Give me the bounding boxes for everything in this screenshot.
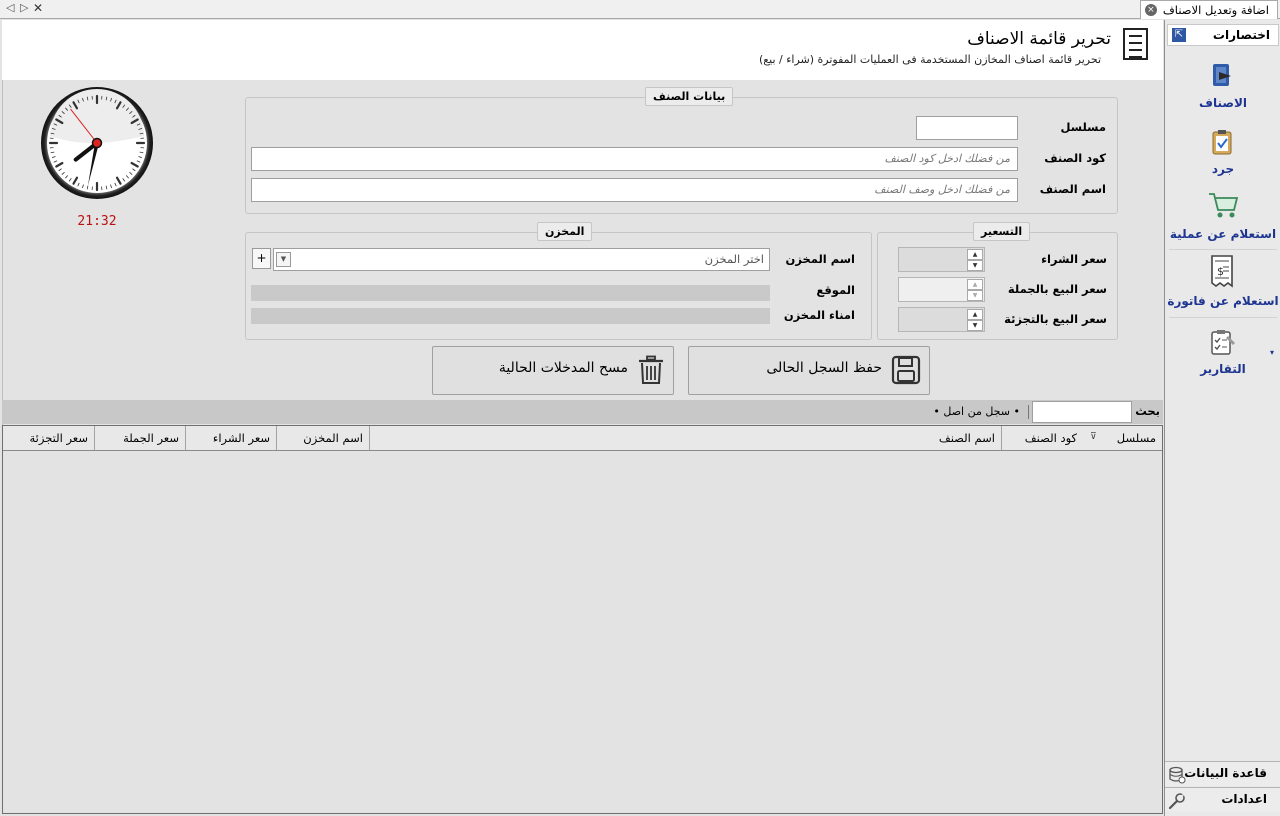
search-input[interactable] [1032, 401, 1132, 423]
sidebar-divider [1169, 249, 1277, 250]
search-label: بحث [1135, 404, 1160, 418]
sidebar-item-operation-inquiry[interactable]: استعلام عن عملية [1165, 188, 1280, 248]
document-tab-strip: ◁ ▷ ✕ × اضافة وتعديل الاصناف [0, 0, 1280, 19]
spin-down-icon[interactable]: ▼ [967, 320, 983, 331]
sidebar-item-inventory-count[interactable]: جرد [1165, 124, 1280, 182]
sidebar-item-label: التقارير [1200, 362, 1246, 376]
database-label: قاعدة البيانات [1184, 766, 1267, 780]
sidebar-footer-settings[interactable]: اعدادات [1165, 787, 1280, 812]
location-label: الموقع [816, 283, 855, 297]
clock-face-icon [41, 87, 153, 199]
store-select-value: اختر المخزن [704, 252, 764, 266]
store-legend: المخزن [537, 222, 593, 241]
app-window: ◁ ▷ ✕ × اضافة وتعديل الاصناف تحرير قائمة… [0, 0, 1280, 816]
wholesale-price-label: سعر البيع بالجملة [1007, 282, 1107, 296]
sidebar-item-items[interactable]: الاصناف [1165, 58, 1280, 118]
chevron-down-icon[interactable]: ▾ [1270, 348, 1274, 357]
page-subtitle: تحرير قائمة اصناف المخازن المستخدمة فى ا… [758, 53, 1101, 66]
svg-text:$: $ [1217, 265, 1224, 278]
clear-inputs-button[interactable]: مسح المدخلات الحالية [432, 346, 674, 395]
wrench-icon [1168, 793, 1185, 810]
trash-icon [639, 355, 663, 384]
tab-scroll-left-button[interactable]: ◁ [6, 1, 14, 14]
items-grid: مسلسل ⊽ كود الصنف اسم الصنف اسم المخزن س… [2, 425, 1163, 814]
shopping-cart-icon [1209, 193, 1239, 218]
sidebar-item-label: استعلام عن فاتورة [1167, 294, 1279, 308]
analog-clock [40, 86, 154, 200]
shortcuts-sidebar: ⇱ اختصارات الاصناف جرد استعلام عن عملية … [1164, 20, 1280, 816]
sidebar-item-label: استعلام عن عملية [1169, 227, 1277, 241]
pricing-group: التسعير سعر الشراء ▲ ▼ سعر البيع بالجملة… [877, 222, 1118, 340]
purchase-price-label: سعر الشراء [1041, 252, 1107, 266]
clear-button-label: مسح المدخلات الحالية [498, 360, 628, 376]
search-bar: بحث • سجل من اصل • [2, 400, 1163, 424]
clipboard-check-icon [1212, 130, 1232, 155]
sidebar-item-label: جرد [1211, 162, 1235, 176]
page-header: تحرير قائمة الاصناف تحرير قائمة اصناف ال… [2, 20, 1163, 80]
save-button-label: حفظ السجل الحالى [766, 360, 882, 376]
spin-down-icon[interactable]: ▼ [967, 290, 983, 301]
grid-body [94, 451, 95, 813]
page-title: تحرير قائمة الاصناف [967, 29, 1111, 49]
sidebar-item-label: الاصناف [1199, 96, 1247, 110]
store-keepers-field [251, 308, 770, 324]
filter-icon[interactable]: ⊽ [1090, 432, 1097, 442]
sidebar-footer-database[interactable]: قاعدة البيانات [1165, 761, 1280, 786]
item-name-field[interactable]: من فضلك ادخل وصف الصنف [251, 178, 1018, 202]
reports-clipboard-icon [1211, 330, 1235, 355]
add-store-button[interactable]: + [252, 248, 271, 269]
retail-price-label: سعر البيع بالتجزئة [1004, 312, 1107, 326]
store-select[interactable]: ▼ اختر المخزن [273, 248, 770, 271]
grid-header-row: مسلسل ⊽ كود الصنف اسم الصنف اسم المخزن س… [3, 426, 1162, 451]
pin-icon[interactable]: ⇱ [1172, 28, 1186, 42]
invoice-receipt-icon: $ [1211, 255, 1233, 288]
location-field [251, 285, 770, 301]
sidebar-item-invoice-inquiry[interactable]: $ استعلام عن فاتورة [1165, 252, 1280, 314]
column-header-purchase-price[interactable]: سعر الشراء [185, 426, 276, 450]
spin-up-icon[interactable]: ▲ [967, 309, 983, 320]
serial-label: مسلسل [1060, 120, 1106, 134]
serial-field[interactable] [916, 116, 1018, 140]
column-header-retail-price[interactable]: سعر التجزئة [3, 426, 94, 450]
search-separator [1028, 405, 1029, 419]
list-document-icon [1123, 28, 1148, 60]
wholesale-price-spinner[interactable]: ▲ ▼ [898, 277, 985, 302]
purchase-price-spinner[interactable]: ▲ ▼ [898, 247, 985, 272]
spin-up-icon[interactable]: ▲ [967, 249, 983, 260]
store-name-label: اسم المخزن [785, 252, 856, 266]
items-book-icon [1213, 64, 1231, 86]
spin-up-icon[interactable]: ▲ [967, 279, 983, 290]
tab-title: اضافة وتعديل الاصناف [1162, 3, 1269, 17]
store-keepers-label: امناء المخزن [783, 308, 855, 322]
item-data-group: بيانات الصنف مسلسل كود الصنف من فضلك ادخ… [245, 87, 1118, 214]
record-count: • سجل من اصل • [933, 405, 1020, 418]
settings-label: اعدادات [1221, 792, 1267, 806]
column-header-store-name[interactable]: اسم المخزن [276, 426, 369, 450]
sidebar-title: اختصارات [1212, 28, 1270, 42]
column-header-item-code[interactable]: كود الصنف [1001, 426, 1083, 450]
close-all-tabs-button[interactable]: ✕ [33, 1, 43, 15]
save-disk-icon [891, 355, 921, 385]
column-header-wholesale-price[interactable]: سعر الجملة [94, 426, 185, 450]
tab-close-icon[interactable]: × [1144, 4, 1157, 16]
item-code-field[interactable]: من فضلك ادخل كود الصنف [251, 147, 1018, 171]
tab-items-edit[interactable]: × اضافة وتعديل الاصناف [1139, 0, 1278, 19]
sidebar-header: ⇱ اختصارات [1167, 24, 1279, 46]
sidebar-divider [1169, 317, 1277, 318]
column-header-item-name[interactable]: اسم الصنف [369, 426, 1001, 450]
save-record-button[interactable]: حفظ السجل الحالى [688, 346, 930, 395]
item-data-legend: بيانات الصنف [645, 87, 734, 106]
digital-clock-readout: 21:32 [77, 214, 117, 229]
pricing-legend: التسعير [973, 222, 1031, 241]
sidebar-item-reports[interactable]: التقارير [1165, 324, 1280, 384]
store-group: المخزن اسم المخزن ▼ اختر المخزن + الموقع… [245, 222, 872, 340]
tab-scroll-right-button[interactable]: ▷ [20, 1, 28, 14]
retail-price-spinner[interactable]: ▲ ▼ [898, 307, 985, 332]
item-code-label: كود الصنف [1044, 151, 1106, 165]
spin-down-icon[interactable]: ▼ [967, 260, 983, 271]
chevron-down-icon[interactable]: ▼ [276, 252, 291, 267]
item-name-label: اسم الصنف [1039, 182, 1106, 196]
